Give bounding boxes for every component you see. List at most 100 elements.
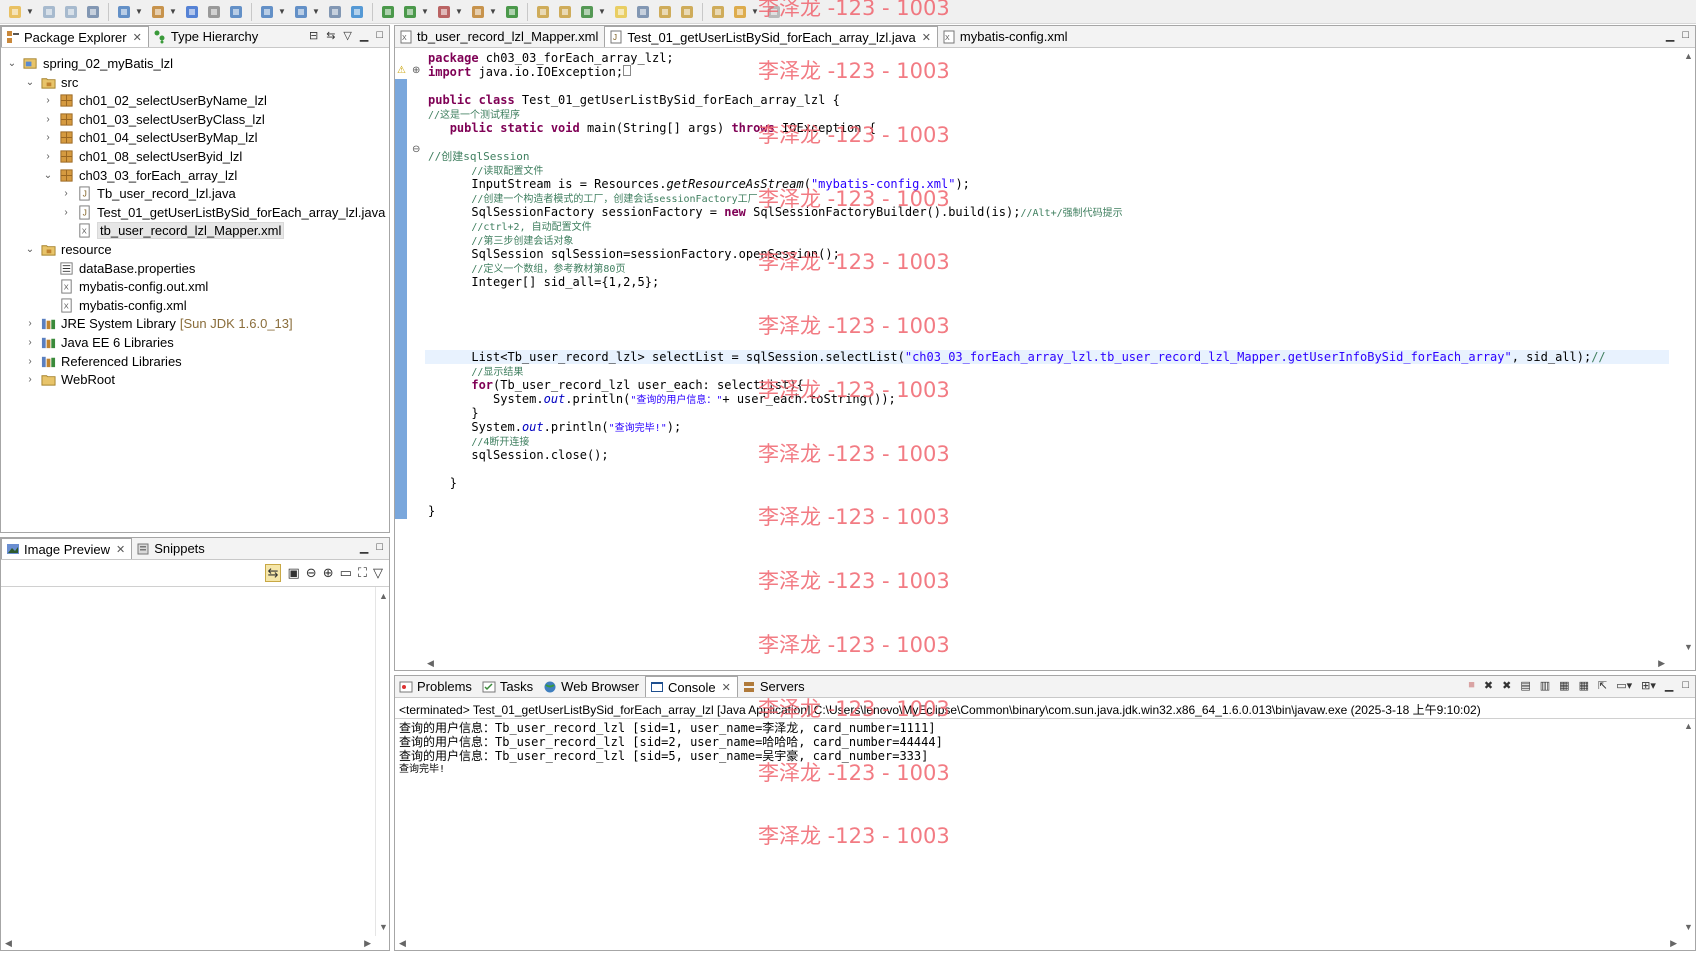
whitespace-icon[interactable] [634,3,652,21]
maximize-icon[interactable]: □ [1682,29,1689,42]
expand-arrow-icon[interactable]: ⌄ [5,57,19,71]
dropdown-arrow-icon[interactable]: ▼ [135,3,143,21]
scroll-up-icon[interactable]: ▲ [1684,51,1693,61]
new-package-icon[interactable] [469,3,487,21]
collapse-arrow-icon[interactable]: › [23,354,37,368]
display-console-icon[interactable]: ▭▾ [1616,679,1632,692]
wizard-icon[interactable] [115,3,133,21]
tree-item[interactable]: › ch01_02_selectUserByName_lzl [41,91,267,110]
collapse-arrow-icon[interactable]: › [59,187,73,201]
console-horizontal-scrollbar[interactable]: ◀ ▶ [395,936,1681,950]
server-icon[interactable] [183,3,201,21]
scroll-down-icon[interactable]: ▼ [1684,642,1693,652]
dropdown-arrow-icon[interactable]: ▼ [278,3,286,21]
minimize-icon[interactable]: ▁ [360,29,368,42]
globe-icon[interactable] [348,3,366,21]
tree-item[interactable]: › ch01_08_selectUserByid_lzl [41,147,242,166]
view-menu-icon[interactable]: ▽ [373,565,383,581]
build-icon[interactable] [326,3,344,21]
collapse-arrow-icon[interactable]: › [41,131,55,145]
dropdown-arrow-icon[interactable]: ▼ [751,3,759,21]
close-icon[interactable]: ✕ [133,31,142,44]
forward-icon[interactable] [765,3,783,21]
pin-icon[interactable] [556,3,574,21]
close-icon[interactable]: ✕ [722,681,731,694]
scroll-right-icon[interactable]: ▶ [1670,938,1677,949]
tab-image-preview[interactable]: Image Preview ✕ [1,538,133,559]
collapse-arrow-icon[interactable]: › [41,150,55,164]
editor-horizontal-scrollbar[interactable]: ◀ ▶ [423,656,1669,670]
deploy-icon[interactable] [205,3,223,21]
link-editor-icon[interactable]: ⇆ [326,29,335,42]
minimize-icon[interactable]: ▁ [1665,679,1673,692]
console-vertical-scrollbar[interactable]: ▲ ▼ [1681,719,1695,936]
tree-item[interactable]: Xtb_user_record_lzl_Mapper.xml [59,221,285,240]
tree-item[interactable]: ⌄ resource [23,240,112,259]
clear-console-icon[interactable]: ▤ [1520,679,1530,692]
maximize-icon[interactable]: □ [376,29,383,42]
package-icon[interactable] [149,3,167,21]
external-tools-icon[interactable] [435,3,453,21]
scroll-right-icon[interactable]: ▶ [1658,658,1665,669]
refresh-icon[interactable] [503,3,521,21]
scroll-right-icon[interactable]: ▶ [364,938,371,949]
scroll-up-icon[interactable]: ▲ [1684,721,1693,731]
dropdown-arrow-icon[interactable]: ▼ [26,3,34,21]
tab-type-hierarchy[interactable]: Type Hierarchy [149,26,264,47]
tree-item[interactable]: › WebRoot [23,370,115,389]
tree-item[interactable]: › J Test_01_getUserListBySid_forEach_array… [59,203,385,222]
tree-item[interactable]: › JRE System Library [Sun JDK 1.6.0_13] [23,314,292,333]
dropdown-arrow-icon[interactable]: ▼ [312,3,320,21]
tree-item[interactable]: › Java EE 6 Libraries [23,333,173,352]
prev-annotation-icon[interactable] [678,3,696,21]
tab-package-explorer[interactable]: Package Explorer ✕ [1,26,149,47]
tree-item[interactable]: › J Tb_user_record_lzl.java [59,184,235,203]
dropdown-arrow-icon[interactable]: ▼ [455,3,463,21]
tab-problems[interactable]: Problems [395,676,478,697]
new-icon[interactable] [6,3,24,21]
web-icon[interactable] [227,3,245,21]
minimize-icon[interactable]: ▁ [360,541,368,554]
open-type-icon[interactable] [292,3,310,21]
next-annotation-icon[interactable] [656,3,674,21]
tab-snippets[interactable]: Snippets [132,538,211,559]
scroll-up-icon[interactable]: ▲ [379,591,388,601]
code-editor[interactable]: ⚠ ⊕ ⊖ package ch03_03_forEach_array_lzl;… [395,49,1695,670]
dropdown-arrow-icon[interactable]: ▼ [489,3,497,21]
tree-item[interactable]: Xmybatis-config.xml [41,296,187,315]
tree-item[interactable]: ⌄ src [23,73,79,92]
show-on-output-icon[interactable]: ▦ [1559,679,1569,692]
folded-marker-icon[interactable] [623,65,632,76]
tree-item[interactable]: › Referenced Libraries [23,352,181,371]
scroll-lock-icon[interactable]: ▥ [1540,679,1550,692]
expand-arrow-icon[interactable]: ⌄ [23,75,37,89]
last-edit-icon[interactable] [709,3,727,21]
debug-icon[interactable] [379,3,397,21]
scroll-down-icon[interactable]: ▼ [1684,922,1693,932]
fold-icon[interactable]: ⊖ [412,144,420,155]
fold-icon[interactable]: ⊕ [412,65,420,76]
annotate-icon[interactable] [578,3,596,21]
dropdown-arrow-icon[interactable]: ▼ [598,3,606,21]
terminate-icon[interactable]: ■ [1468,679,1475,692]
tab-tasks[interactable]: Tasks [478,676,539,697]
collapse-arrow-icon[interactable]: › [41,94,55,108]
actual-size-icon[interactable]: ▭ [340,565,352,581]
vertical-scrollbar[interactable]: ▲ ▼ [375,587,389,936]
collapse-arrow-icon[interactable]: › [41,112,55,126]
tree-item[interactable]: dataBase.properties [41,259,195,278]
maximize-icon[interactable]: □ [1682,679,1689,692]
scroll-left-icon[interactable]: ◀ [5,938,12,949]
zoom-in-icon[interactable]: ⊕ [323,565,334,581]
remove-all-icon[interactable]: ✖ [1502,679,1511,692]
tab-test-java[interactable]: J Test_01_getUserListBySid_forEach_array… [604,26,938,47]
scroll-left-icon[interactable]: ◀ [399,938,406,949]
back-icon[interactable] [731,3,749,21]
scroll-left-icon[interactable]: ◀ [427,658,434,669]
dropdown-arrow-icon[interactable]: ▼ [169,3,177,21]
remove-launch-icon[interactable]: ✖ [1484,679,1493,692]
collapse-arrow-icon[interactable]: › [23,373,37,387]
tab-mapper-xml[interactable]: X tb_user_record_lzl_Mapper.xml [395,26,604,47]
zoom-out-icon[interactable]: ⊖ [306,565,317,581]
search-icon[interactable] [258,3,276,21]
